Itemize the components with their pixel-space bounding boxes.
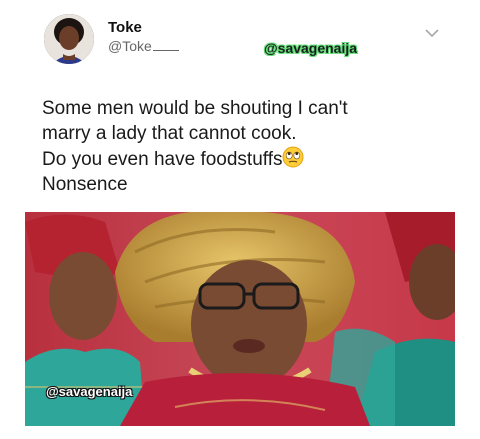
handle-underline [152, 50, 179, 51]
watermark-top: @savagenaija [264, 40, 358, 56]
chevron-down-icon[interactable] [425, 28, 439, 38]
author-handle[interactable]: @Toke [108, 38, 179, 54]
rolling-eyes-emoji [282, 146, 304, 168]
author-name[interactable]: Toke [108, 19, 142, 36]
author-avatar[interactable] [44, 14, 94, 64]
tweet-text: Some men would be shouting I can't marry… [42, 96, 462, 197]
tweet-line-3: Do you even have foodstuffs [42, 149, 283, 170]
author-handle-text: @Toke [108, 38, 152, 54]
tweet-line-2: marry a lady that cannot cook. [42, 123, 297, 144]
tweet-line-1: Some men would be shouting I can't [42, 98, 348, 119]
tweet-line-3-wrap: Do you even have foodstuffs [42, 146, 462, 172]
tweet-line-4: Nonsence [42, 174, 128, 195]
image-watermark: @savagenaija [46, 384, 133, 399]
